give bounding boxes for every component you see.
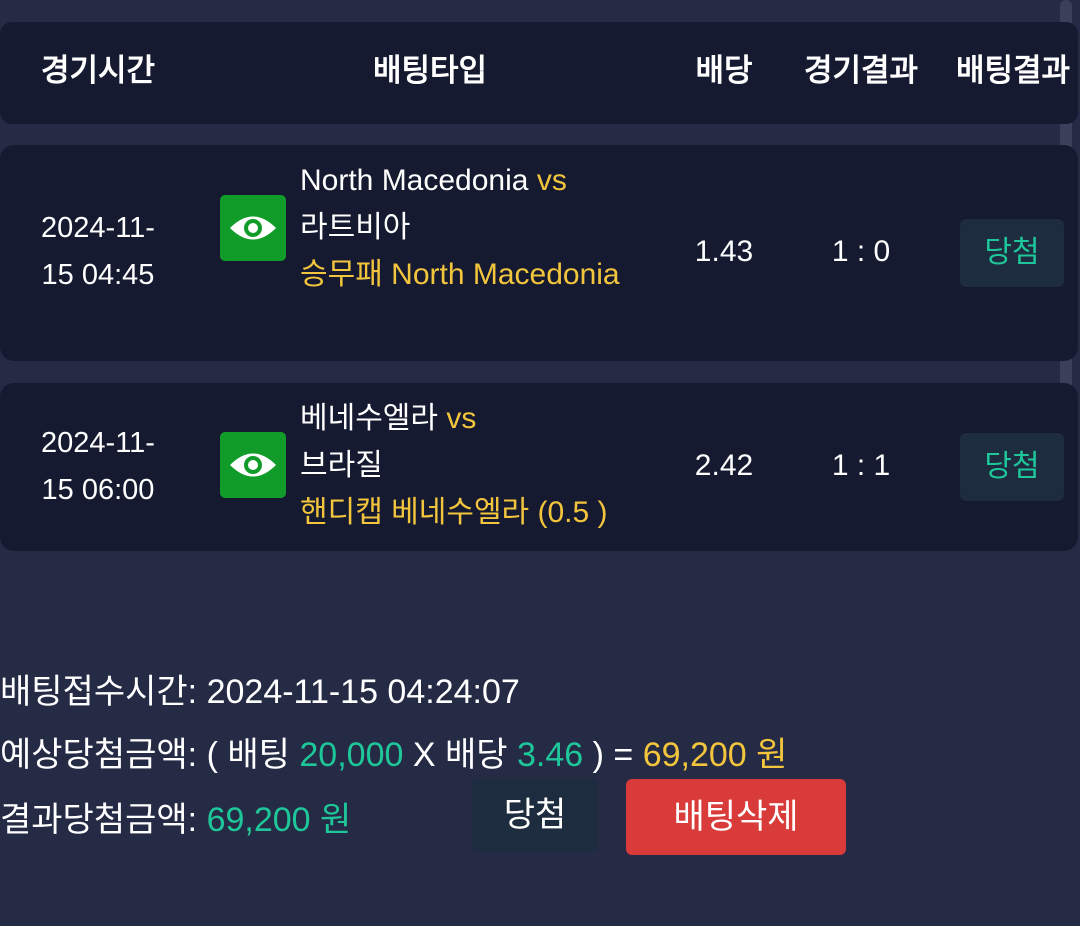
expected-open: ( 배팅 <box>206 736 290 774</box>
match-odds: 2.42 <box>694 449 754 482</box>
team-home: North Macedonia <box>300 164 529 197</box>
team-away: 브라질 <box>300 449 383 482</box>
total-odds: 3.46 <box>516 736 584 774</box>
match-time: 2024-11- 15 04:45 <box>0 205 196 299</box>
match-row: 2024-11- 15 04:45 North Macedonia vs 라트비… <box>0 145 1078 361</box>
bet-pick: 핸디캡 베네수엘라 (0.5 ) <box>300 489 680 536</box>
accept-time-label: 배팅접수시간: <box>0 673 198 711</box>
bet-pick-value: 베네수엘라 (0.5 ) <box>391 496 608 529</box>
header-bet-type: 배팅타입 <box>372 53 488 89</box>
team-away: 라트비아 <box>300 211 411 244</box>
equals-label: ) = <box>592 736 634 774</box>
match-info: North Macedonia vs 라트비아 승무패 North Macedo… <box>300 157 680 298</box>
bet-type: 핸디캡 <box>300 496 383 529</box>
times-label: X 배당 <box>412 736 508 774</box>
team-home: 베네수엘라 <box>300 402 438 435</box>
match-time-date: 2024-11- <box>41 212 155 244</box>
result-badge: 당첨 <box>960 433 1064 501</box>
vs-label: vs <box>536 164 567 197</box>
match-odds: 1.43 <box>694 235 754 268</box>
eye-icon[interactable] <box>220 432 286 498</box>
bet-type: 승무패 <box>300 258 383 291</box>
result-amount-line: 결과당첨금액: 69,200 원 <box>0 792 351 841</box>
result-badge: 당첨 <box>960 219 1064 287</box>
bet-pick: 승무패 North Macedonia <box>300 251 680 298</box>
result-label: 결과당첨금액: <box>0 801 198 839</box>
delete-bet-button[interactable]: 배팅삭제 <box>626 779 846 855</box>
table-header: 경기시간 배팅타입 배당 경기결과 배팅결과 <box>0 22 1078 124</box>
expected-label: 예상당첨금액: <box>0 736 198 774</box>
accept-time-line: 배팅접수시간: 2024-11-15 04:24:07 <box>0 664 520 713</box>
result-amount: 69,200 원 <box>206 801 352 839</box>
win-status-button[interactable]: 당첨 <box>472 778 598 852</box>
match-time-date: 2024-11- <box>41 427 155 459</box>
header-bet-result: 배팅결과 <box>955 53 1071 89</box>
header-time: 경기시간 <box>40 53 156 89</box>
match-time-clock: 15 06:00 <box>41 474 155 506</box>
match-score: 1 : 1 <box>831 449 891 482</box>
match-score: 1 : 0 <box>831 235 891 268</box>
expected-amount-line: 예상당첨금액: ( 배팅 20,000 X 배당 3.46 ) = 69,200… <box>0 727 787 776</box>
match-row: 2024-11- 15 06:00 베네수엘라 vs 브라질 핸디캡 베네수엘라… <box>0 383 1078 551</box>
header-odds: 배당 <box>695 53 753 89</box>
accept-time-value: 2024-11-15 04:24:07 <box>206 673 520 711</box>
vs-label: vs <box>446 402 477 435</box>
expected-amount: 69,200 원 <box>642 736 788 774</box>
bet-amount: 20,000 <box>299 736 404 774</box>
match-time-clock: 15 04:45 <box>41 259 155 291</box>
eye-icon[interactable] <box>220 195 286 261</box>
bet-pick-value: North Macedonia <box>391 258 620 291</box>
header-match-result: 경기결과 <box>803 53 919 89</box>
match-time: 2024-11- 15 06:00 <box>0 420 196 514</box>
match-info: 베네수엘라 vs 브라질 핸디캡 베네수엘라 (0.5 ) <box>300 395 680 536</box>
